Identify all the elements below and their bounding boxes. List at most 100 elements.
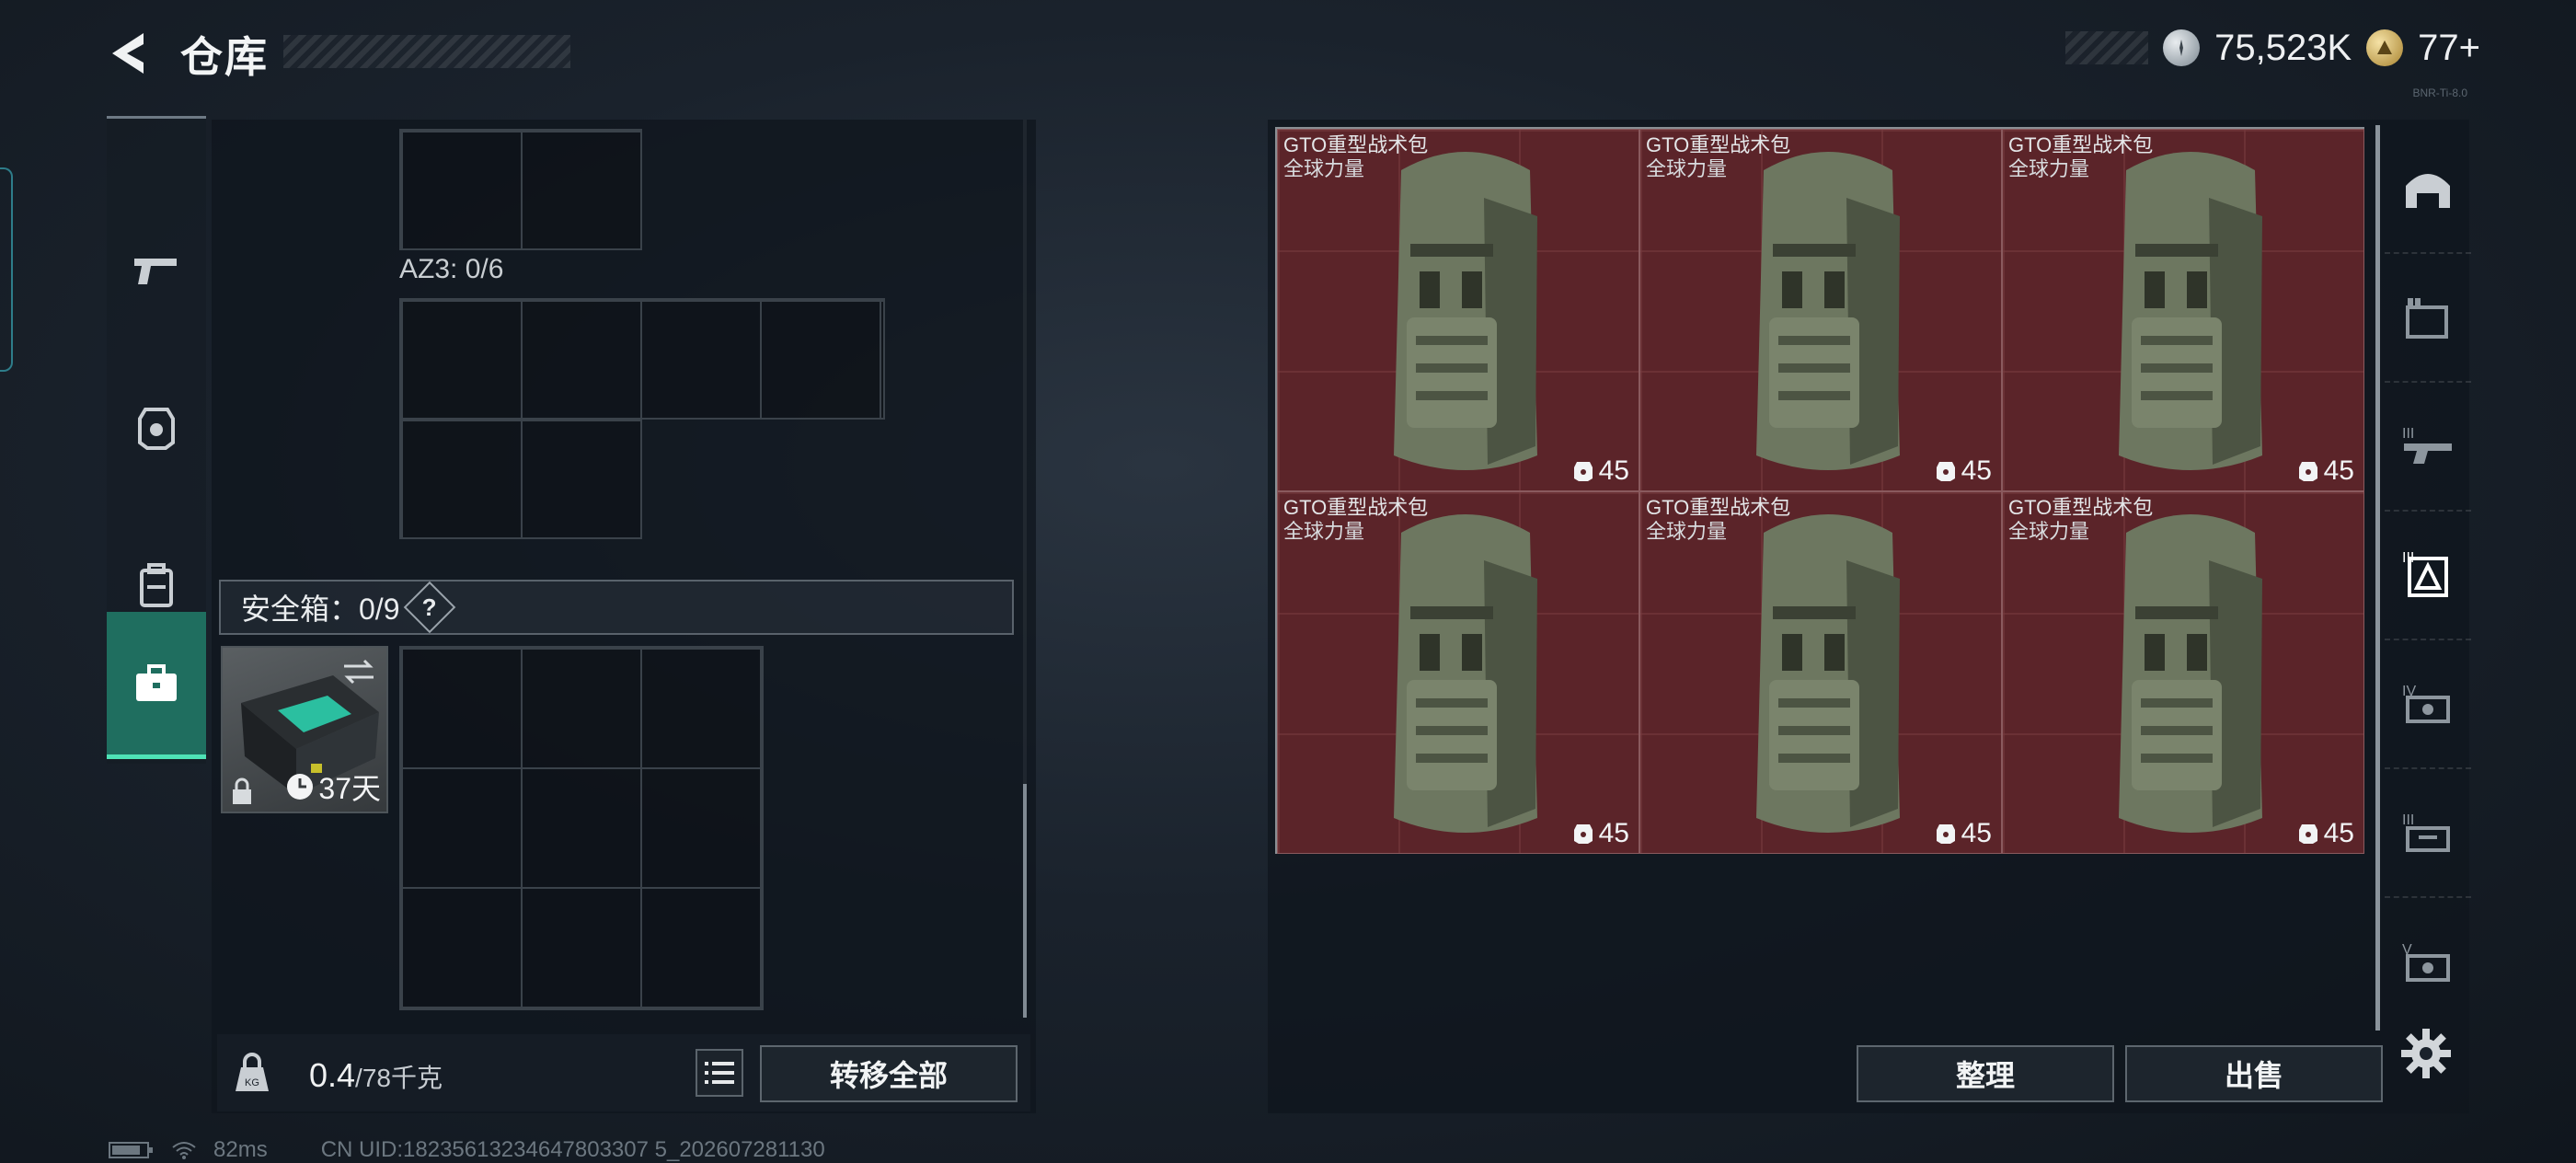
lock-icon xyxy=(233,777,251,804)
currency-decoration xyxy=(2065,31,2149,64)
item-faction: 全球力量 xyxy=(2008,157,2090,180)
stash-tier-3-icon: III xyxy=(2402,426,2452,464)
stash-tab-1[interactable] xyxy=(2385,254,2471,383)
helmet-icon xyxy=(1573,824,1593,844)
stash-tier-5-icon: V xyxy=(2402,942,2450,982)
silver-coin-icon xyxy=(2163,29,2201,66)
stash-tab-active[interactable]: III xyxy=(2385,512,2471,640)
item-faction: 全球力量 xyxy=(1646,157,1728,180)
settings-button[interactable] xyxy=(2398,1025,2455,1082)
item-name: GTO重型战术包 xyxy=(2008,496,2154,519)
tactical-backpack-icon xyxy=(2119,152,2262,470)
nav-item-weapons[interactable] xyxy=(107,220,206,323)
container-grid-top[interactable] xyxy=(399,129,642,250)
tactical-backpack-icon xyxy=(1756,514,1900,833)
item-level-value: 45 xyxy=(1961,818,1992,848)
sort-button[interactable]: 整理 xyxy=(1857,1045,2114,1102)
helmet-icon xyxy=(1573,462,1593,481)
safe-box-item[interactable]: 37天 xyxy=(221,646,388,813)
az3-capacity-label: AZ3: 0/6 xyxy=(399,254,504,284)
gold-coin-icon xyxy=(2366,29,2404,66)
stash-tab-5[interactable]: V xyxy=(2385,898,2471,1027)
weight-readout: 0.4/78千克 xyxy=(309,1056,443,1095)
safe-box-grid[interactable] xyxy=(399,646,764,1010)
item-name: GTO重型战术包 xyxy=(1646,133,1791,156)
transfer-all-button[interactable]: 转移全部 xyxy=(760,1045,1018,1102)
item-name: GTO重型战术包 xyxy=(1646,496,1791,519)
stash-tab-4[interactable]: IV xyxy=(2385,640,2471,769)
briefcase-icon xyxy=(136,663,177,701)
clock-icon xyxy=(287,774,314,800)
item-name: GTO重型战术包 xyxy=(1283,496,1429,519)
stash-item[interactable]: GTO重型战术包 全球力量 45 xyxy=(2002,129,2364,491)
container-scroll-thumb[interactable] xyxy=(1023,784,1027,1018)
weight-icon: KG xyxy=(236,1053,269,1091)
tactical-backpack-icon xyxy=(1756,152,1900,470)
nav-item-armor[interactable] xyxy=(107,376,206,479)
uid-text: CN UID:18235613234647803307 5_2026072811… xyxy=(320,1137,825,1162)
stash-tab-nav: III III IV III V xyxy=(2385,125,2471,1018)
tactical-backpack-icon xyxy=(1394,152,1537,470)
side-drawer-handle[interactable] xyxy=(0,167,13,372)
stash-tier-4-icon: IV xyxy=(2402,684,2450,723)
expiry-days: 37天 xyxy=(318,772,381,805)
stash-item[interactable]: GTO重型战术包 全球力量 45 xyxy=(2002,491,2364,854)
title-decoration xyxy=(283,35,570,68)
svg-text:III: III xyxy=(2402,812,2414,828)
stash-item[interactable]: GTO重型战术包 全球力量 45 xyxy=(1277,491,1639,854)
grid-divider xyxy=(399,129,642,131)
list-view-button[interactable] xyxy=(696,1049,743,1097)
silver-currency-value: 75,523K xyxy=(2214,27,2352,68)
help-button[interactable]: ? xyxy=(403,581,455,634)
stash-item[interactable]: GTO重型战术包 全球力量 45 xyxy=(1277,129,1639,491)
item-level-value: 45 xyxy=(2323,455,2354,486)
page-title: 仓库 xyxy=(180,33,269,81)
item-level-value: 45 xyxy=(1598,455,1629,486)
sell-button[interactable]: 出售 xyxy=(2125,1045,2383,1102)
safe-box-expiry: 37天 xyxy=(285,766,381,808)
safe-box-header: 安全箱：0/9 ? xyxy=(219,580,1014,635)
safe-box-capacity-label: 安全箱：0/9 xyxy=(241,593,400,626)
stash-tab-3[interactable]: III xyxy=(2385,383,2471,512)
svg-text:KG: KG xyxy=(245,1077,259,1088)
list-icon xyxy=(705,1062,734,1084)
helmet-icon xyxy=(2298,462,2317,481)
status-line: 82ms CN UID:18235613234647803307 5_20260… xyxy=(109,1137,825,1163)
helmet-icon xyxy=(2298,824,2317,844)
nav-item-safe-box[interactable] xyxy=(107,612,206,759)
back-button[interactable] xyxy=(103,26,158,81)
helmet-icon xyxy=(1936,824,1955,844)
bunker-icon xyxy=(2406,174,2450,208)
az3-grid-row1[interactable] xyxy=(399,298,885,420)
item-level: 45 xyxy=(1573,455,1629,487)
stash-tier-3b-icon: III xyxy=(2402,812,2450,852)
az3-grid-row2[interactable] xyxy=(399,418,642,539)
item-faction: 全球力量 xyxy=(2008,520,2090,543)
weight-lock-button[interactable]: KG xyxy=(228,1049,276,1097)
pistol-icon xyxy=(134,259,177,284)
stash-item[interactable]: GTO重型战术包 全球力量 45 xyxy=(1639,491,2002,854)
version-tag: BNR-Ti-8.0 xyxy=(2412,86,2467,99)
stash-tab-3b[interactable]: III xyxy=(2385,769,2471,898)
weight-max: /78千克 xyxy=(355,1064,443,1092)
swap-icon[interactable] xyxy=(340,657,377,686)
battery-icon xyxy=(109,1142,153,1158)
stash-tab-home[interactable] xyxy=(2385,125,2471,254)
help-icon: ? xyxy=(421,593,437,621)
item-level: 45 xyxy=(2298,455,2354,487)
item-faction: 全球力量 xyxy=(1283,520,1365,543)
wifi-icon xyxy=(172,1142,196,1159)
gear-icon xyxy=(2401,1029,2451,1078)
stash-item[interactable]: GTO重型战术包 全球力量 45 xyxy=(1639,129,2002,491)
currency-bar: 75,523K 77+ xyxy=(2065,27,2480,68)
item-level: 45 xyxy=(1936,455,1992,487)
item-faction: 全球力量 xyxy=(1283,157,1365,180)
helmet-icon xyxy=(1936,462,1955,481)
tactical-backpack-icon xyxy=(2119,514,2262,833)
svg-text:III: III xyxy=(2402,426,2414,442)
item-name: GTO重型战术包 xyxy=(1283,133,1429,156)
stash-room-icon xyxy=(2406,298,2448,339)
stash-scrollbar[interactable] xyxy=(2375,125,2380,1031)
helmet-icon xyxy=(138,408,175,450)
stash-tier-active-icon: III xyxy=(2402,550,2448,597)
